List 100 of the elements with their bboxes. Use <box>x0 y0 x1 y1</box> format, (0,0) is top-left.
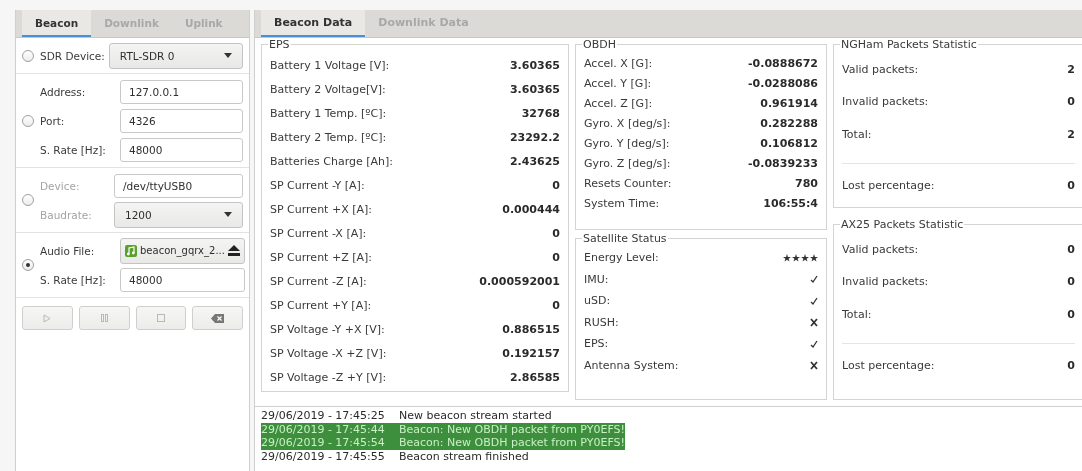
field-value: 2 <box>1067 62 1075 76</box>
group-title: OBDH <box>582 38 617 51</box>
field-value: 32768 <box>521 106 560 120</box>
field-label: Gyro. Z [deg/s]: <box>584 156 671 170</box>
field-value: 0.000444 <box>502 202 560 216</box>
field-value: 0 <box>1067 359 1075 373</box>
field-label: SP Current +X [A]: <box>270 202 372 216</box>
group-title: NGHam Packets Statistic <box>840 38 978 51</box>
group-title: AX25 Packets Statistic <box>840 218 965 231</box>
dropdown[interactable]: RTL-SDR 0 <box>108 42 243 69</box>
field-value: -0.0839233 <box>748 156 818 170</box>
field-value: 780 <box>795 176 818 190</box>
field-label: Batteries Charge [Ah]: <box>270 154 393 168</box>
field-value: 0.106812 <box>760 136 818 150</box>
field-value: 2.43625 <box>509 154 560 168</box>
field-label: Battery 2 Voltage[V]: <box>270 82 386 96</box>
field-label: Valid packets: <box>842 62 919 76</box>
field-label: SP Current +Z [A]: <box>270 250 372 264</box>
field-value: 2.86585 <box>509 370 560 384</box>
field-label: SDR Device: <box>39 49 105 62</box>
field-value: 0 <box>1067 242 1075 256</box>
field-label: Port: <box>39 114 66 127</box>
field-label: SP Current -Z [A]: <box>270 274 367 288</box>
field-value: -0.0288086 <box>748 76 818 90</box>
field-label: Total: <box>842 127 872 141</box>
field-value: 0.000592001 <box>479 274 560 288</box>
music-file-icon <box>125 244 137 257</box>
field-label: Accel. Z [G]: <box>584 96 653 110</box>
field-label: uSD: <box>584 294 611 308</box>
field-label: Audio File: <box>39 244 96 257</box>
field-value: 0.886515 <box>502 322 560 336</box>
log-entry[interactable]: 29/06/2019 - 17:45:25 New beacon stream started <box>261 409 552 423</box>
pause-icon <box>100 314 108 322</box>
field-value: 3.60365 <box>509 82 560 96</box>
play-icon <box>43 313 52 323</box>
input-field[interactable]: 127.0.0.1 <box>120 79 243 104</box>
field-label: SP Current +Y [A]: <box>270 298 372 312</box>
field-label: SP Voltage -X +Z [V]: <box>270 346 387 360</box>
field-value: 0 <box>1067 307 1075 321</box>
field-label: Device: <box>39 179 81 192</box>
field-label: System Time: <box>584 196 660 210</box>
input-field[interactable]: 48000 <box>120 137 243 162</box>
field-label: SP Voltage -Y +X [V]: <box>270 322 385 336</box>
field-label: SP Voltage -Z +Y [V]: <box>270 370 387 384</box>
field-value: 0 <box>552 226 560 240</box>
field-label: Battery 1 Temp. [ºC]: <box>270 106 387 120</box>
field-label: Battery 1 Voltage [V]: <box>270 58 390 72</box>
field-label: SP Current -X [A]: <box>270 226 367 240</box>
radio-button[interactable] <box>22 49 34 62</box>
field-label: Lost percentage: <box>842 359 935 373</box>
field-label: Gyro. X [deg/s]: <box>584 116 671 130</box>
field-value: 0.961914 <box>760 96 818 110</box>
log-entry[interactable]: 29/06/2019 - 17:45:55 Beacon stream finished <box>261 449 529 463</box>
field-label: Invalid packets: <box>842 275 929 289</box>
field-label: RUSH: <box>584 315 619 329</box>
input-field[interactable]: 48000 <box>120 267 245 292</box>
field-label: Gyro. Y [deg/s]: <box>584 136 670 150</box>
field-label: IMU: <box>584 272 609 286</box>
field-label: Lost percentage: <box>842 179 935 193</box>
field-value: 3.60365 <box>509 58 560 72</box>
radio-button[interactable] <box>22 114 34 127</box>
field-label: Address: <box>39 85 87 98</box>
field-label: Baudrate: <box>39 208 93 221</box>
field-label: Energy Level: <box>584 251 659 265</box>
field-value: 0 <box>1067 179 1075 193</box>
field-value: 2 <box>1067 127 1075 141</box>
input-field[interactable]: 4326 <box>120 108 243 133</box>
field-value: 0 <box>552 178 560 192</box>
clear-button[interactable] <box>192 306 243 330</box>
group-title: EPS <box>268 38 291 51</box>
field-value: 106:55:4 <box>763 196 818 210</box>
field-label: Accel. Y [G]: <box>584 76 652 90</box>
group-title: Satellite Status <box>582 232 668 245</box>
field-label: Battery 2 Temp. [ºC]: <box>270 130 387 144</box>
field-label: Resets Counter: <box>584 176 672 190</box>
stop-icon <box>156 314 165 322</box>
radio-button[interactable] <box>22 259 34 271</box>
field-label: Accel. X [G]: <box>584 56 653 70</box>
caret-icon <box>224 53 232 58</box>
file-button[interactable]: beacon_gqrx_2... <box>120 237 245 264</box>
field-value: 0 <box>1067 275 1075 289</box>
field-value: -0.0888672 <box>748 56 818 70</box>
field-label: Total: <box>842 307 872 321</box>
field-label: SP Current -Y [A]: <box>270 178 365 192</box>
field-value: 0 <box>552 298 560 312</box>
field-label: S. Rate [Hz]: <box>39 273 107 286</box>
tab[interactable]: Beacon <box>22 10 92 37</box>
field-label: S. Rate [Hz]: <box>39 143 107 156</box>
field-value: 23292.2 <box>509 130 560 144</box>
field-value: 0.282288 <box>760 116 818 130</box>
eject-icon <box>227 245 240 256</box>
backspace-icon <box>211 313 225 323</box>
field-label: Valid packets: <box>842 242 919 256</box>
field-label: Invalid packets: <box>842 95 929 109</box>
field-value: 0 <box>1067 95 1075 109</box>
tab[interactable]: Beacon Data <box>261 10 366 37</box>
field-label: EPS: <box>584 337 609 351</box>
field-value: 0.192157 <box>502 346 560 360</box>
field-value: 0 <box>552 250 560 264</box>
caret-icon <box>224 212 232 217</box>
